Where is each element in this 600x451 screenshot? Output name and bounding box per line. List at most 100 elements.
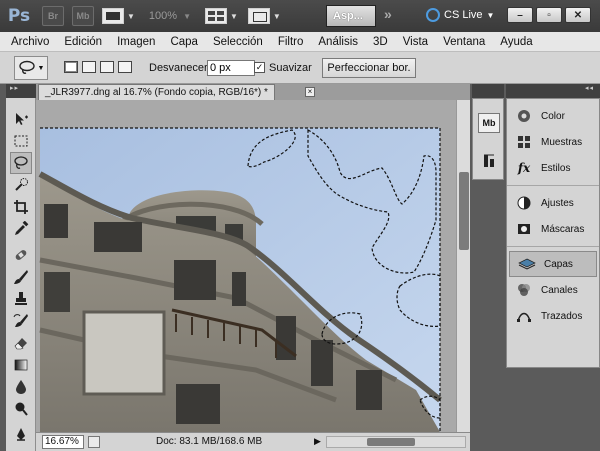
gradient-icon (14, 359, 28, 371)
menu-edicion[interactable]: Edición (64, 36, 102, 48)
cs-live-button[interactable]: CS Live ▼ (426, 8, 494, 22)
cs-live-label: CS Live (444, 9, 483, 21)
more-workspaces-icon[interactable]: » (384, 6, 392, 22)
clone-stamp-tool[interactable] (10, 288, 32, 310)
menu-analisis[interactable]: Análisis (318, 36, 358, 48)
crop-tool[interactable] (10, 196, 32, 218)
lasso-tool[interactable] (10, 152, 32, 174)
chevron-down-icon: ▼ (229, 11, 238, 21)
eyedropper-tool[interactable] (10, 218, 32, 240)
bandage-icon (15, 250, 27, 260)
arrange-documents-button[interactable]: ▼ (204, 6, 238, 26)
zoom-level-select[interactable]: 100% (149, 10, 177, 22)
cs-live-icon (426, 8, 440, 22)
menu-ventana[interactable]: Ventana (443, 36, 485, 48)
panel-paths[interactable]: Trazados (507, 303, 599, 329)
panel-group-color: Color Muestras fx Estilos (507, 99, 599, 186)
move-tool[interactable] (10, 108, 32, 130)
pen-tool[interactable] (10, 424, 32, 446)
menu-bar: Archivo Edición Imagen Capa Selección Fi… (0, 32, 600, 52)
panels-column: Color Muestras fx Estilos Ajustes Máscar… (506, 98, 600, 368)
quick-selection-tool[interactable] (10, 174, 32, 196)
status-menu-arrow-icon[interactable]: ▶ (314, 436, 321, 447)
restore-button[interactable]: ▫ (536, 7, 562, 23)
options-bar: ▼ Desvanecer: ✓ Suavizar Perfeccionar bo… (0, 52, 600, 84)
menu-ayuda[interactable]: Ayuda (500, 36, 532, 48)
intersect-selection-button[interactable] (118, 61, 132, 73)
panel-styles[interactable]: fx Estilos (507, 155, 599, 181)
brush-icon (14, 270, 28, 284)
vertical-scrollbar[interactable] (456, 100, 470, 432)
marquee-tool[interactable] (10, 130, 32, 152)
menu-archivo[interactable]: Archivo (11, 36, 49, 48)
swatches-icon (515, 133, 533, 151)
panel-masks[interactable]: Máscaras (507, 216, 599, 242)
panel-adjustments[interactable]: Ajustes (507, 190, 599, 216)
chevron-down-icon: ▼ (37, 64, 45, 72)
eraser-tool[interactable] (10, 332, 32, 354)
adjustments-icon (515, 194, 533, 212)
eyedropper-icon (15, 221, 29, 235)
panels-header[interactable]: ◂◂ (506, 84, 600, 98)
panel-group-adjustments: Ajustes Máscaras (507, 186, 599, 247)
screen-mode-icon (247, 8, 270, 24)
lasso-icon (18, 60, 35, 74)
menu-filtro[interactable]: Filtro (278, 36, 304, 48)
new-selection-button[interactable] (64, 61, 78, 73)
panel-color[interactable]: Color (507, 103, 599, 129)
menu-seleccion[interactable]: Selección (213, 36, 263, 48)
menu-vista[interactable]: Vista (403, 36, 428, 48)
feather-input[interactable] (207, 60, 255, 76)
zoom-field[interactable]: 16.67% (42, 435, 84, 449)
selection-modes (64, 61, 132, 73)
panel-color-label: Color (541, 110, 565, 122)
dodge-tool[interactable] (10, 398, 32, 420)
workspace-switcher-button[interactable]: Asp... (326, 5, 376, 27)
horizontal-scroll-thumb[interactable] (367, 438, 415, 446)
document-canvas[interactable] (36, 100, 456, 432)
vertical-scroll-thumb[interactable] (459, 172, 469, 250)
tool-preset-picker[interactable]: ▼ (14, 56, 48, 80)
panel-channels[interactable]: Canales (507, 277, 599, 303)
icon-strip-header[interactable] (472, 84, 504, 98)
smooth-label: Suavizar (269, 62, 312, 74)
menu-imagen[interactable]: Imagen (117, 36, 155, 48)
view-extras-icon (102, 8, 124, 24)
minimize-button[interactable]: – (507, 7, 533, 23)
close-window-button[interactable]: ✕ (565, 7, 591, 23)
tools-panel-header[interactable]: ▸▸ (6, 84, 36, 98)
blur-tool[interactable] (10, 376, 32, 398)
minibridge-button[interactable]: Mb (72, 6, 94, 26)
panel-layers[interactable]: Capas (509, 251, 597, 277)
close-document-icon[interactable]: × (305, 87, 315, 97)
subtract-selection-button[interactable] (100, 61, 114, 73)
screen-mode-button[interactable]: ▼ (247, 6, 281, 26)
panel-adjustments-label: Ajustes (541, 197, 574, 209)
document-size-info: Doc: 83.1 MB/168.6 MB (156, 436, 263, 447)
view-extras-button[interactable]: ▼ (102, 6, 135, 26)
smooth-checkbox[interactable]: ✓ (254, 62, 265, 73)
panel-group-layers: Capas Canales Trazados (507, 247, 599, 333)
menu-capa[interactable]: Capa (170, 36, 198, 48)
chevron-down-icon[interactable]: ▼ (183, 12, 191, 21)
horizontal-scrollbar[interactable] (326, 436, 466, 448)
status-info-icon[interactable] (88, 436, 100, 448)
gradient-tool[interactable] (10, 354, 32, 376)
document-tab-bar: _JLR3977.dng al 16.7% (Fondo copia, RGB/… (36, 84, 470, 100)
document-tab[interactable]: _JLR3977.dng al 16.7% (Fondo copia, RGB/… (38, 84, 275, 100)
add-to-selection-button[interactable] (82, 61, 96, 73)
history-panel-button[interactable] (478, 151, 500, 171)
history-brush-tool[interactable] (10, 310, 32, 332)
chevron-down-icon: ▼ (272, 11, 281, 21)
eraser-icon (14, 338, 27, 350)
menu-3d[interactable]: 3D (373, 36, 388, 48)
minibridge-panel-button[interactable]: Mb (478, 113, 500, 133)
channels-icon (515, 281, 533, 299)
paths-icon (515, 307, 533, 325)
panel-swatches[interactable]: Muestras (507, 129, 599, 155)
bridge-button[interactable]: Br (42, 6, 64, 26)
marquee-icon (14, 135, 28, 147)
brush-tool[interactable] (10, 266, 32, 288)
healing-brush-tool[interactable] (10, 244, 32, 266)
refine-edge-button[interactable]: Perfeccionar bor. (322, 58, 416, 78)
